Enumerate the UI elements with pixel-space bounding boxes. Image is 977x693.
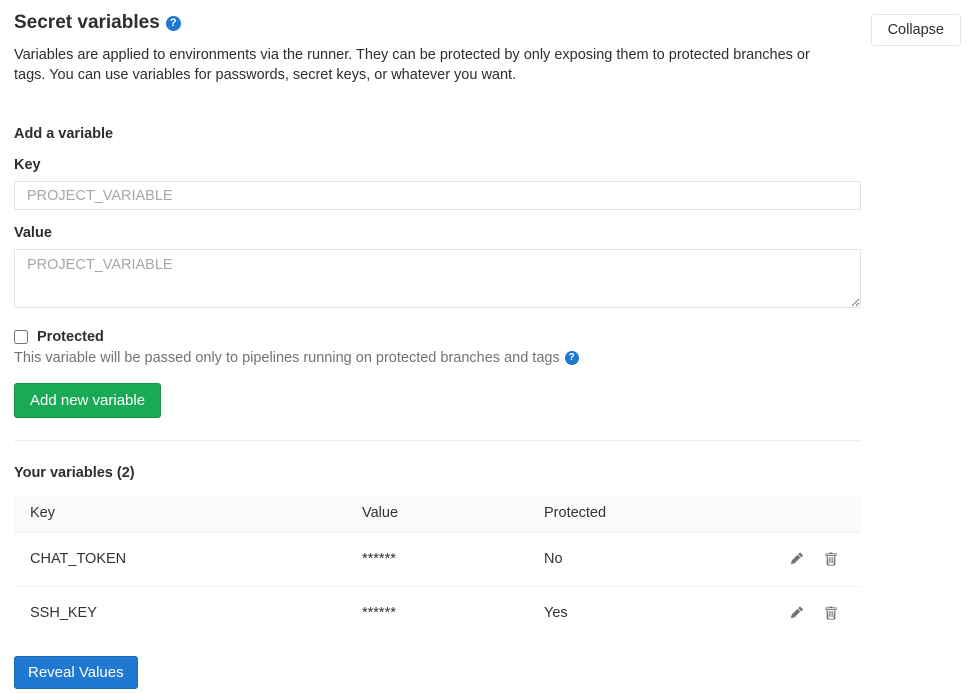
pencil-icon: [789, 552, 803, 567]
column-header-key: Key: [14, 495, 346, 532]
variable-protected: Yes: [528, 586, 738, 640]
variables-table: Key Value Protected CHAT_TOKEN ****** No…: [14, 495, 861, 640]
page-title-text: Secret variables: [14, 12, 160, 34]
variable-protected: No: [528, 532, 738, 586]
table-header-row: Key Value Protected: [14, 495, 861, 532]
value-label: Value: [14, 225, 861, 241]
value-textarea[interactable]: [14, 249, 861, 308]
section-divider: [14, 440, 861, 441]
your-variables-heading: Your variables (2): [14, 465, 861, 481]
reveal-values-button[interactable]: Reveal Values: [14, 656, 138, 689]
variable-key: SSH_KEY: [14, 586, 346, 640]
protected-checkbox[interactable]: [14, 330, 28, 344]
protected-help-text: This variable will be passed only to pip…: [14, 350, 560, 366]
protected-help-icon[interactable]: ?: [565, 351, 579, 365]
add-new-variable-button[interactable]: Add new variable: [14, 383, 161, 418]
help-icon[interactable]: ?: [166, 16, 181, 31]
collapse-button[interactable]: Collapse: [871, 14, 961, 46]
key-input[interactable]: [14, 181, 861, 210]
secret-variables-section: Secret variables ? Variables are applied…: [14, 0, 861, 689]
table-row: CHAT_TOKEN ****** No: [14, 532, 861, 586]
delete-variable-button[interactable]: [824, 552, 838, 567]
variable-key: CHAT_TOKEN: [14, 532, 346, 586]
edit-variable-button[interactable]: [789, 552, 803, 567]
edit-variable-button[interactable]: [789, 606, 803, 621]
section-description: Variables are applied to environments vi…: [14, 45, 844, 85]
table-row: SSH_KEY ****** Yes: [14, 586, 861, 640]
column-header-protected: Protected: [528, 495, 738, 532]
column-header-actions: [738, 495, 861, 532]
add-variable-heading: Add a variable: [14, 126, 861, 142]
pencil-icon: [789, 606, 803, 621]
column-header-value: Value: [346, 495, 528, 532]
trash-icon: [824, 552, 838, 567]
trash-icon: [824, 606, 838, 621]
variable-value-masked: ******: [346, 586, 528, 640]
key-label: Key: [14, 157, 861, 173]
page-title: Secret variables ?: [14, 12, 861, 34]
protected-label[interactable]: Protected: [37, 329, 104, 345]
delete-variable-button[interactable]: [824, 606, 838, 621]
variable-value-masked: ******: [346, 532, 528, 586]
